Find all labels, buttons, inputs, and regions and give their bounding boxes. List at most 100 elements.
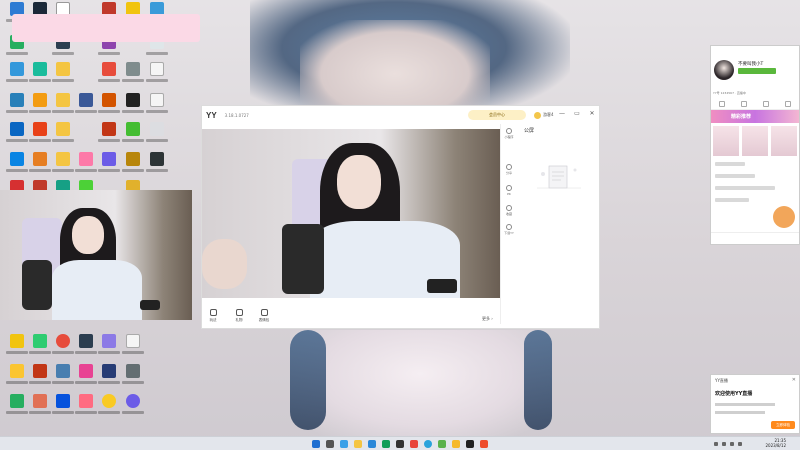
desktop-icon[interactable] xyxy=(96,334,122,364)
network-icon[interactable] xyxy=(730,442,734,446)
grid-icon xyxy=(506,128,512,134)
taskbar-app-icon[interactable] xyxy=(368,440,376,448)
tab-icon[interactable] xyxy=(719,100,725,107)
search-icon[interactable] xyxy=(326,440,334,448)
video-frame xyxy=(202,129,500,298)
subscribe-button[interactable] xyxy=(738,68,776,74)
streamer-name: 不要叫我小T xyxy=(738,62,764,67)
avatar[interactable] xyxy=(714,60,734,80)
clock-date: 2023/8/12 xyxy=(765,443,786,448)
list-item[interactable] xyxy=(715,162,745,166)
bottom-toolbar: 玩法 礼物 表情包 更多 › xyxy=(202,306,500,330)
taskbar-app-icon[interactable] xyxy=(340,440,348,448)
desktop-icon[interactable] xyxy=(96,364,122,394)
side-item-pk[interactable]: PK xyxy=(503,185,515,202)
wallpaper-face xyxy=(300,20,490,110)
minimize-icon: — xyxy=(559,110,565,117)
taskbar-app-icon[interactable] xyxy=(452,440,460,448)
file-icon[interactable] xyxy=(144,93,170,123)
stream-thumbnail[interactable] xyxy=(713,126,739,156)
minimize-button[interactable]: — xyxy=(557,109,567,119)
taskbar-app-icon[interactable] xyxy=(382,440,390,448)
chat-panel: 公屏 xyxy=(518,124,600,329)
side-item-mini-programs[interactable]: 小程序 xyxy=(503,128,515,145)
list-item[interactable] xyxy=(715,174,755,178)
stream-thumbnail[interactable] xyxy=(742,126,768,156)
wallpaper-braid xyxy=(290,330,326,430)
file-icon[interactable] xyxy=(120,334,146,364)
desktop-icon[interactable] xyxy=(96,62,122,92)
panel-tabs xyxy=(711,98,799,110)
promo-banner-label: 精彩推荐 xyxy=(731,114,752,120)
folder-icon[interactable] xyxy=(50,122,76,152)
emoji-button[interactable]: 表情包 xyxy=(257,309,271,323)
yy-app-icon[interactable] xyxy=(480,440,488,448)
mini-video-player[interactable] xyxy=(0,190,192,320)
pk-icon xyxy=(506,185,512,191)
desktop-icon[interactable] xyxy=(96,394,122,424)
emoji-icon xyxy=(260,309,268,316)
tab-icon[interactable] xyxy=(785,100,791,107)
desktop-icon[interactable] xyxy=(96,122,122,152)
pink-highlight-box xyxy=(12,14,200,42)
yy-logo: YY xyxy=(206,110,217,120)
side-toolbar: 小程序 分享 PK 收藏 下载YY xyxy=(500,124,516,324)
tab-icon[interactable] xyxy=(741,100,747,107)
notification-action-button[interactable]: 立即体验 xyxy=(771,421,795,429)
maximize-button[interactable]: ▭ xyxy=(572,109,582,119)
gamepad-icon xyxy=(209,309,217,316)
desktop-icon[interactable] xyxy=(144,122,170,152)
side-item-favorite[interactable]: 收藏 xyxy=(503,205,515,222)
list-item[interactable] xyxy=(715,198,749,202)
desktop-icon[interactable] xyxy=(96,93,122,123)
play-button[interactable]: 玩法 xyxy=(206,309,220,323)
folder-icon[interactable] xyxy=(50,62,76,92)
side-item-share[interactable]: 分享 xyxy=(503,164,515,181)
notification-toast: YY直播 ✕ 欢迎使用YY直播 立即体验 xyxy=(710,374,800,434)
taskbar-app-icon[interactable] xyxy=(410,440,418,448)
desktop-icon[interactable] xyxy=(120,122,146,152)
avatar xyxy=(534,111,541,119)
desktop-icon[interactable] xyxy=(120,62,146,92)
video-frame xyxy=(0,190,192,320)
taskbar-app-icon[interactable] xyxy=(438,440,446,448)
maximize-icon: ▭ xyxy=(574,110,580,117)
taskbar-app-icon[interactable] xyxy=(396,440,404,448)
gift-button[interactable]: 礼物 xyxy=(232,309,246,323)
member-center-button[interactable]: 会员中心 xyxy=(468,110,526,120)
close-button[interactable]: ✕ xyxy=(587,109,597,119)
star-icon xyxy=(506,205,512,211)
desktop-icon[interactable] xyxy=(144,152,170,182)
streamer-info: YY号 1234567 · 直播中 xyxy=(713,91,746,95)
browser-icon[interactable] xyxy=(424,440,432,448)
tray-icon[interactable] xyxy=(714,442,718,446)
clock[interactable]: 21:35 2023/8/12 xyxy=(765,438,786,448)
username: 游客4 xyxy=(543,112,554,117)
desktop-icon[interactable] xyxy=(120,364,146,394)
tray-icon[interactable] xyxy=(722,442,726,446)
user-menu[interactable]: 游客4 xyxy=(534,110,554,120)
side-item-download[interactable]: 下载YY xyxy=(503,224,515,241)
gift-icon xyxy=(235,309,243,316)
empty-state-illustration xyxy=(537,165,581,189)
desktop-icon[interactable] xyxy=(120,93,146,123)
promo-banner[interactable]: 精彩推荐 xyxy=(711,110,799,123)
tab-icon[interactable] xyxy=(763,100,769,107)
list-item[interactable] xyxy=(715,186,775,190)
streamer-header: 不要叫我小T xyxy=(711,46,799,88)
close-icon[interactable]: ✕ xyxy=(792,377,796,383)
more-button[interactable]: 更多 › xyxy=(482,316,493,322)
folder-icon[interactable] xyxy=(354,440,362,448)
taskbar-app-icon[interactable] xyxy=(466,440,474,448)
volume-icon[interactable] xyxy=(738,442,742,446)
file-icon[interactable] xyxy=(144,62,170,92)
desktop-icon[interactable] xyxy=(96,152,122,182)
desktop-icon[interactable] xyxy=(120,394,146,424)
gift-avatar[interactable] xyxy=(773,206,795,228)
start-icon[interactable] xyxy=(312,440,320,448)
panel-controls[interactable] xyxy=(711,232,799,244)
live-video-player[interactable] xyxy=(202,129,500,298)
share-icon xyxy=(506,164,512,170)
desktop-icon[interactable] xyxy=(120,152,146,182)
stream-thumbnail[interactable] xyxy=(771,126,797,156)
